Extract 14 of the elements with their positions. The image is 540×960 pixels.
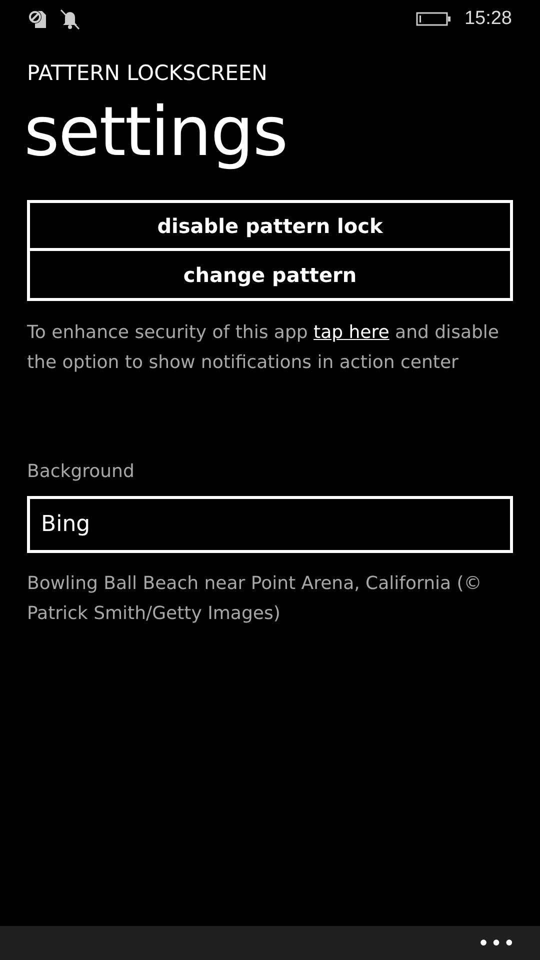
clock-time: 15:28 bbox=[464, 8, 512, 30]
page-title: settings bbox=[24, 92, 288, 174]
background-label: Background bbox=[27, 460, 136, 484]
image-caption: Bowling Ball Beach near Point Arena, California (© Patrick Smith/Getty Images) bbox=[27, 572, 483, 626]
app-title: PATTERN LOCKSCREEN bbox=[27, 60, 268, 87]
more-button[interactable]: ••• bbox=[478, 931, 516, 955]
action-button[interactable]: change pattern bbox=[27, 251, 513, 301]
tap-here-link[interactable]: tap here bbox=[314, 322, 390, 343]
background-picker[interactable]: Bing bbox=[27, 496, 513, 553]
sim-blocked-icon bbox=[27, 9, 49, 29]
battery-icon bbox=[416, 11, 452, 27]
action-button[interactable]: disable pattern lock bbox=[27, 200, 513, 251]
muted-bell-icon bbox=[59, 8, 81, 30]
security-notice: To enhance security of this app tap here and disable the option to show notifications in action center bbox=[27, 321, 500, 375]
